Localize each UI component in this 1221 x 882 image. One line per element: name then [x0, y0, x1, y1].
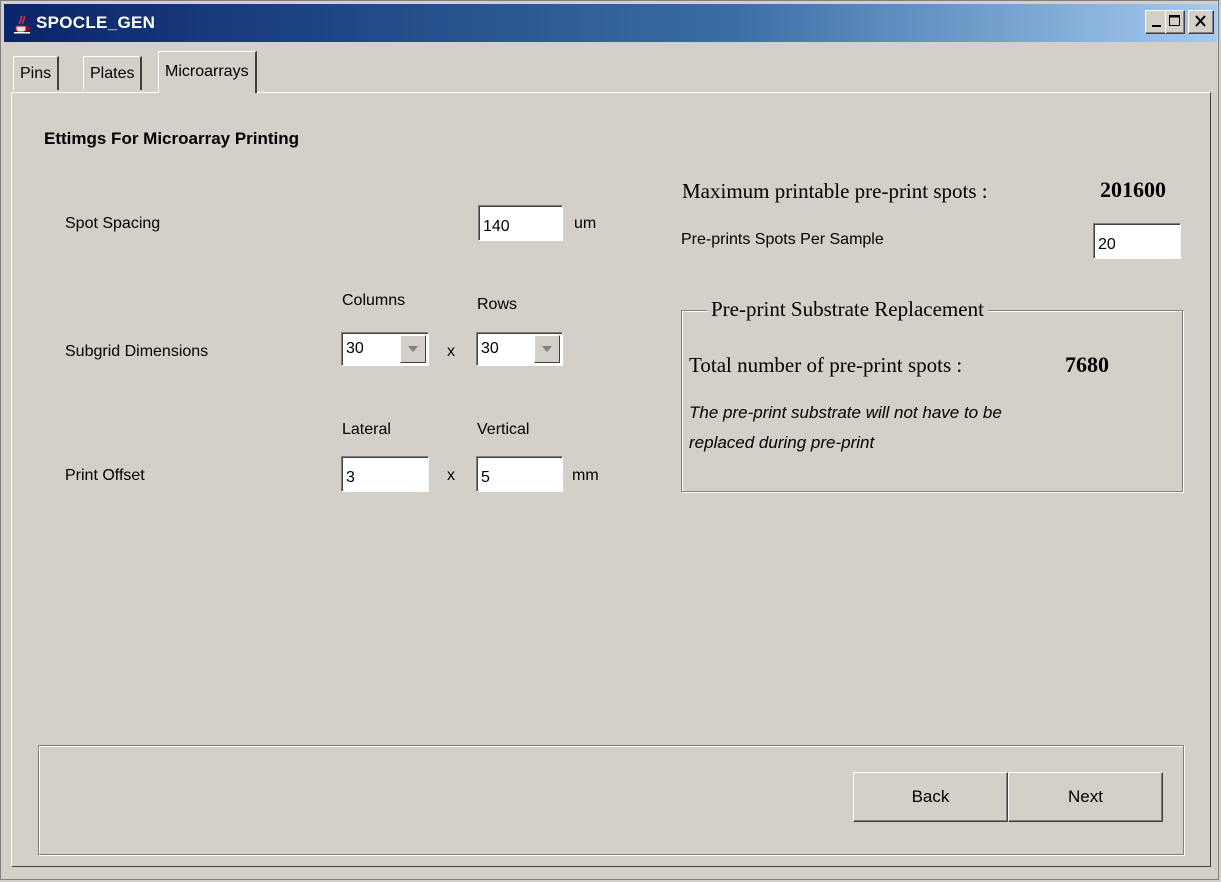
chevron-down-icon	[542, 346, 552, 352]
section-heading: Ettimgs For Microarray Printing	[44, 129, 300, 148]
columns-value: 30	[346, 340, 364, 357]
rows-select[interactable]: 30	[476, 332, 563, 366]
maximize-button[interactable]	[1165, 10, 1185, 34]
total-spots-value: 7680	[1065, 352, 1109, 377]
replacement-message-line1: The pre-print substrate will not have to…	[689, 403, 1002, 422]
max-spots-value: 201600	[1100, 177, 1166, 202]
subgrid-dimensions-label: Subgrid Dimensions	[65, 343, 209, 360]
tab-plates-label: Plates	[90, 65, 135, 82]
spot-spacing-input[interactable]	[478, 205, 563, 241]
java-coffee-icon	[14, 15, 30, 34]
vertical-label: Vertical	[477, 421, 530, 438]
spot-spacing-label: Spot Spacing	[65, 215, 161, 232]
offset-unit: mm	[572, 467, 599, 484]
next-button[interactable]: Next	[1008, 772, 1163, 822]
substrate-replacement-group	[681, 310, 1183, 492]
lateral-offset-input[interactable]	[341, 456, 429, 492]
tab-plates[interactable]: Plates	[83, 56, 143, 90]
rows-dropdown-button[interactable]	[534, 335, 560, 363]
print-offset-label: Print Offset	[65, 467, 145, 484]
replacement-message-line2: replaced during pre-print	[689, 433, 875, 452]
group-title: Pre-print Substrate Replacement	[707, 297, 988, 322]
vertical-offset-input[interactable]	[476, 456, 563, 492]
back-button[interactable]: Back	[853, 772, 1008, 822]
spot-spacing-unit: um	[574, 215, 597, 232]
columns-select[interactable]: 30	[341, 332, 429, 366]
close-icon	[1195, 15, 1206, 27]
title-bar[interactable]: SPOCLE_GEN	[4, 4, 1217, 42]
per-sample-label: Pre-prints Spots Per Sample	[681, 231, 884, 248]
total-spots-label: Total number of pre-print spots :	[689, 353, 963, 377]
window-title: SPOCLE_GEN	[36, 13, 156, 32]
max-spots-label: Maximum printable pre-print spots :	[682, 179, 988, 203]
tab-microarrays-label: Microarrays	[165, 63, 249, 80]
rows-value: 30	[481, 340, 499, 357]
offset-times-sign: x	[447, 467, 455, 484]
rows-label: Rows	[477, 296, 518, 313]
per-sample-input[interactable]	[1093, 223, 1181, 259]
maximize-icon	[1169, 15, 1180, 26]
lateral-label: Lateral	[342, 421, 391, 438]
chevron-down-icon	[408, 346, 418, 352]
close-button[interactable]	[1188, 10, 1214, 34]
app-window: SPOCLE_GEN Pins Plates Microarrays Ettim…	[0, 0, 1219, 880]
tab-microarrays[interactable]: Microarrays	[158, 51, 257, 93]
columns-dropdown-button[interactable]	[400, 335, 426, 363]
subgrid-times-sign: x	[447, 343, 455, 360]
tab-pins-label: Pins	[20, 65, 52, 82]
tab-pins[interactable]: Pins	[13, 56, 60, 90]
columns-label: Columns	[342, 292, 406, 309]
